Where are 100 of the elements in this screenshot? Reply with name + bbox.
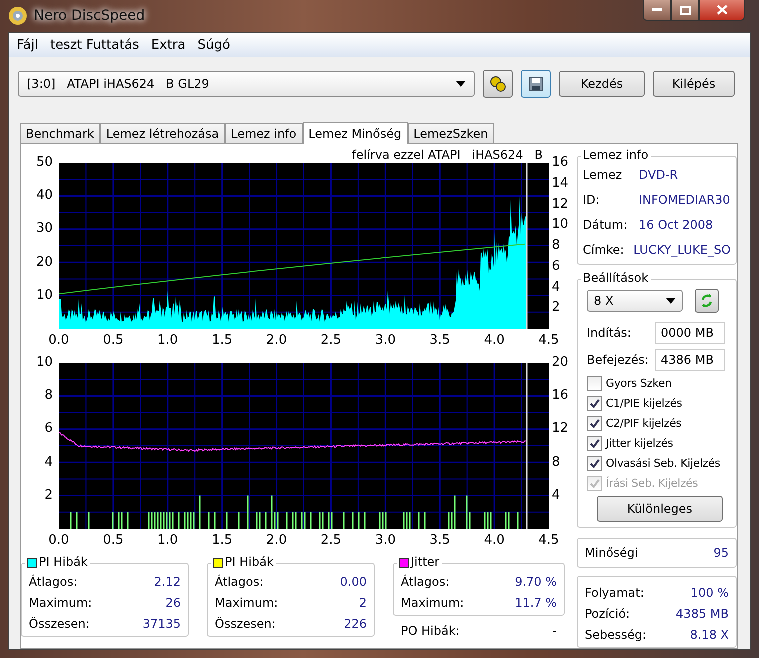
stat-label: Átlagos: xyxy=(401,575,450,589)
axis-tick-label: 8 xyxy=(44,389,53,404)
start-field[interactable]: 0000 MB xyxy=(655,322,725,344)
menu-item[interactable]: Fájl xyxy=(11,38,44,52)
info-label: Lemez xyxy=(583,168,624,182)
stat-value: 2 xyxy=(359,596,367,610)
save-button[interactable] xyxy=(521,70,551,98)
menu-item[interactable]: Súgó xyxy=(192,38,236,52)
group-title: Jitter xyxy=(411,555,440,570)
refresh-button[interactable] xyxy=(695,289,719,313)
axis-tick-label: 1.5 xyxy=(212,333,233,348)
axis-tick-label: 4 xyxy=(552,280,560,294)
checkbox[interactable] xyxy=(587,376,602,391)
stat-label: Összesen: xyxy=(215,617,276,631)
axis-tick-label: 4.0 xyxy=(484,533,505,548)
info-label: Dátum: xyxy=(583,218,629,232)
axis-tick-label: 1.5 xyxy=(212,533,233,548)
info-label: Címke: xyxy=(583,243,626,257)
axis-tick-label: 1.0 xyxy=(158,533,178,548)
quality-value: 95 xyxy=(714,546,729,560)
axis-tick-label: 16 xyxy=(552,156,569,170)
axis-tick-label: 4 xyxy=(44,456,53,470)
axis-tick-label: 16 xyxy=(552,389,569,404)
axis-tick-label: 6 xyxy=(44,422,53,436)
maximize-icon xyxy=(680,6,690,14)
axis-tick-label: 30 xyxy=(36,222,53,236)
end-field[interactable]: 4386 MB xyxy=(655,349,725,371)
checkbox-label: Jitter kijelzés xyxy=(606,437,674,450)
info-value: INFOMEDIAR30 xyxy=(639,193,730,207)
progress-value: 100 % xyxy=(690,586,729,600)
axis-tick-label: 3.0 xyxy=(375,533,396,548)
tab[interactable]: Benchmark xyxy=(20,123,100,143)
disc-logo-icon xyxy=(8,6,28,26)
menu-item[interactable]: Extra xyxy=(145,38,192,52)
maximize-button[interactable] xyxy=(671,0,699,21)
axis-tick-label: 0.5 xyxy=(103,533,124,548)
axis-tick-label: 0.0 xyxy=(48,533,70,548)
progress-value: 4385 MB xyxy=(676,607,729,621)
axis-tick-label: 12 xyxy=(552,198,569,212)
axis-tick-label: 12 xyxy=(552,422,569,436)
axis-tick-label: 10 xyxy=(36,356,53,370)
axis-tick-label: 8 xyxy=(552,456,560,470)
axis-tick-label: 2.0 xyxy=(266,533,288,548)
stat-value: 37135 xyxy=(142,617,181,631)
checkbox[interactable] xyxy=(587,436,602,451)
info-value: LUCKY_LUKE_SO xyxy=(634,243,731,257)
stat-label: Összesen: xyxy=(29,617,90,631)
speed-select[interactable]: 8 X xyxy=(587,290,683,312)
stat-value: 26 xyxy=(166,596,181,610)
progress-label: Sebesség: xyxy=(585,628,647,642)
tab[interactable]: Lemez Minőség xyxy=(302,122,408,144)
stat-label: Átlagos: xyxy=(215,575,264,589)
checkbox[interactable] xyxy=(587,456,602,471)
field-label: Indítás: xyxy=(587,326,632,340)
special-button[interactable]: Különleges xyxy=(597,496,723,522)
minimize-button[interactable] xyxy=(643,0,671,21)
checkbox[interactable] xyxy=(587,396,602,411)
info-value: DVD-R xyxy=(639,168,678,182)
axis-tick-label: 4.5 xyxy=(538,333,560,348)
start-button[interactable]: Kezdés xyxy=(559,71,645,97)
stat-label: Maximum: xyxy=(29,596,92,610)
info-label: ID: xyxy=(583,193,601,207)
stat-label: Maximum: xyxy=(215,596,278,610)
axis-tick-label: 2 xyxy=(552,301,560,316)
field-label: Befejezés: xyxy=(587,353,649,367)
axis-tick-label: 3.5 xyxy=(430,533,450,548)
axis-tick-label: 20 xyxy=(552,356,569,370)
checkbox-label: C1/PIE kijelzés xyxy=(606,397,682,410)
axis-tick-label: 10 xyxy=(36,288,53,303)
checkbox-label: C2/PIF kijelzés xyxy=(606,417,682,430)
stat-value: 11.7 % xyxy=(515,596,557,610)
progress-label: Pozíció: xyxy=(585,607,630,621)
checkbox[interactable] xyxy=(587,416,602,431)
minimize-icon xyxy=(652,8,662,12)
tab[interactable]: Lemez létrehozása xyxy=(100,123,226,143)
tab[interactable]: LemezSzken xyxy=(408,123,494,143)
menu-item[interactable]: teszt Futtatás xyxy=(44,38,146,52)
checkbox-label: Olvasási Seb. Kijelzés xyxy=(606,457,720,470)
axis-tick-label: 0.0 xyxy=(48,333,70,348)
stat-label: Maximum: xyxy=(401,596,464,610)
tab[interactable]: Lemez info xyxy=(225,123,303,143)
axis-tick-label: 2 xyxy=(44,488,53,503)
stat-value: 2.12 xyxy=(154,575,181,589)
axis-tick-label: 4.5 xyxy=(538,533,560,548)
exit-button[interactable]: Kilépés xyxy=(653,71,735,97)
close-icon xyxy=(716,5,728,15)
refresh-drive-button[interactable] xyxy=(483,70,513,98)
dropdown-arrow-icon xyxy=(456,81,466,87)
stat-label: Átlagos: xyxy=(29,575,78,589)
axis-tick-label: 14 xyxy=(552,176,569,191)
progress-label: Folyamat: xyxy=(585,586,644,600)
info-value: 16 Oct 2008 xyxy=(639,218,714,232)
quality-label: Minőségi xyxy=(585,546,638,560)
window-title: Nero DiscSpeed xyxy=(34,8,146,24)
axis-tick-label: 2.0 xyxy=(266,333,288,348)
close-button[interactable] xyxy=(699,0,745,21)
checkbox-label: Írási Seb. Kijelzés xyxy=(606,477,698,490)
drive-select[interactable]: [3:0] ATAPI iHAS624 B GL29 xyxy=(18,71,475,97)
progress-value: 8.18 X xyxy=(690,628,729,642)
axis-tick-label: 4.0 xyxy=(484,333,505,348)
